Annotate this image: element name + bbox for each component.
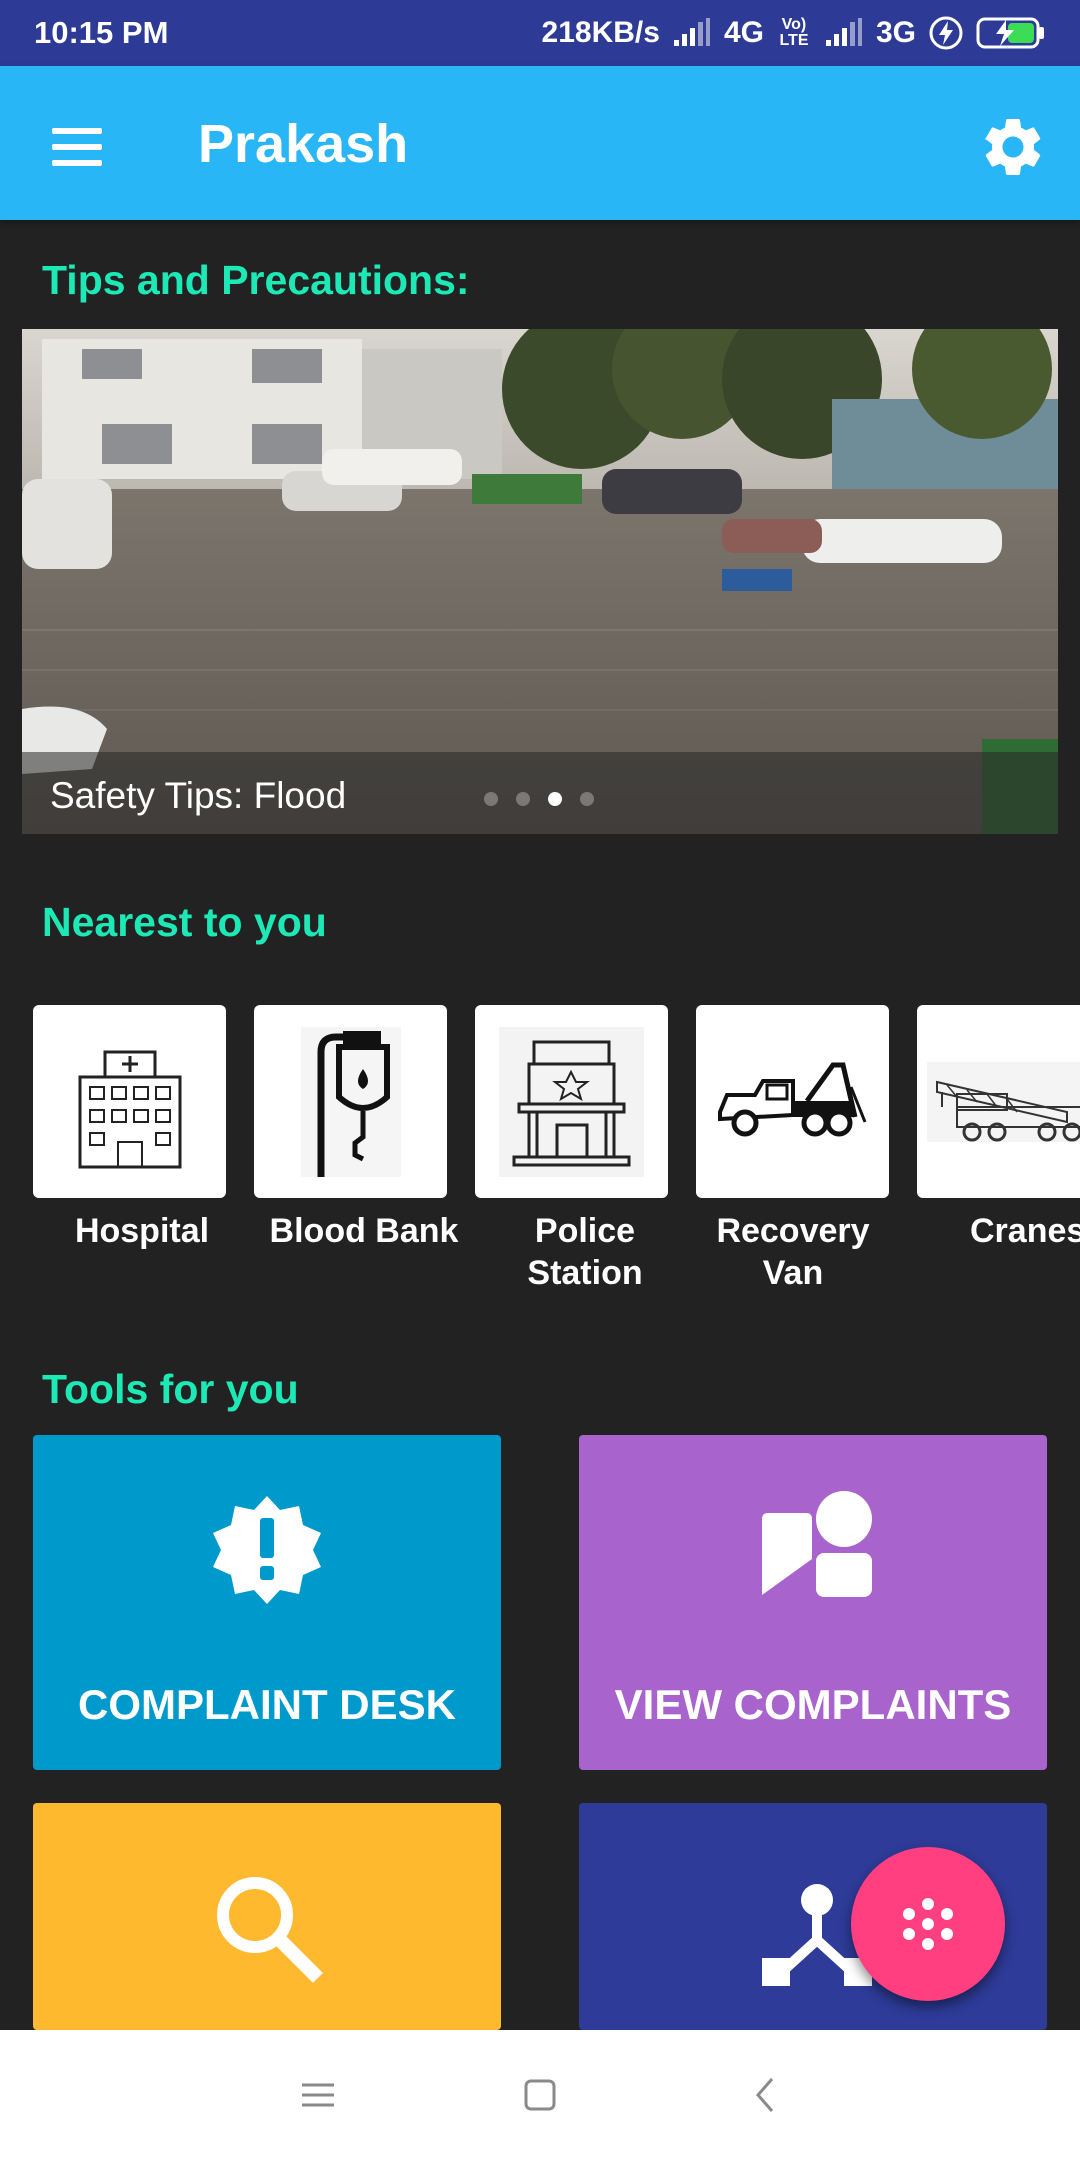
status-bar: 10:15 PM 218KB/s 4G Vo) LTE 3G xyxy=(0,0,1080,66)
carousel-dot[interactable] xyxy=(580,792,594,806)
tow-truck-icon xyxy=(718,1062,867,1136)
nearest-tile-blood-bank[interactable] xyxy=(254,1005,447,1198)
carousel-indicators xyxy=(484,792,594,806)
home-icon xyxy=(524,2079,556,2111)
carousel-dot-active[interactable] xyxy=(548,792,562,806)
nearest-section-title: Nearest to you xyxy=(42,899,327,945)
tips-section-title: Tips and Precautions: xyxy=(42,257,470,303)
nearest-label-hospital: Hospital xyxy=(74,1212,210,1250)
nearest-tile-hospital[interactable] xyxy=(33,1005,226,1198)
nearest-tile-cranes[interactable] xyxy=(917,1005,1080,1198)
nearest-label-blood-bank: Blood Bank xyxy=(269,1212,459,1250)
tips-carousel[interactable]: Safety Tips: Flood xyxy=(22,329,1058,834)
menu-button[interactable] xyxy=(42,112,112,182)
carousel-caption: Safety Tips: Flood xyxy=(50,775,347,816)
complaint-desk-button[interactable]: COMPLAINT DESK xyxy=(33,1435,501,1770)
recents-button[interactable] xyxy=(288,2065,348,2125)
charging-bolt-icon xyxy=(929,16,963,50)
nearest-label-recovery-van: Recovery Van xyxy=(716,1212,870,1292)
crane-icon xyxy=(927,1061,1080,1142)
network-type-1: 4G xyxy=(723,16,764,49)
signal-icon-2 xyxy=(825,18,862,46)
app-title: Prakash xyxy=(198,114,409,174)
floating-action-button[interactable] xyxy=(851,1847,1005,2001)
gear-icon xyxy=(984,118,1041,175)
carousel-dot[interactable] xyxy=(484,792,498,806)
police-station-icon xyxy=(499,1026,644,1177)
settings-button[interactable] xyxy=(978,112,1048,182)
back-icon xyxy=(756,2078,774,2112)
nearest-tile-police-station[interactable] xyxy=(475,1005,668,1198)
app-toolbar: Prakash xyxy=(0,66,1080,220)
network-type-2: 3G xyxy=(875,16,916,49)
status-icons: 218KB/s 4G Vo) LTE 3G xyxy=(542,15,1046,51)
alert-badge-icon xyxy=(213,1496,321,1604)
view-complaints-label: VIEW COMPLAINTS xyxy=(614,1681,1012,1728)
status-time: 10:15 PM xyxy=(34,15,169,50)
net-speed: 218KB/s xyxy=(541,16,660,49)
home-button[interactable] xyxy=(510,2065,570,2125)
search-icon xyxy=(217,1877,323,1983)
search-tool-button[interactable] xyxy=(33,1803,501,2030)
nearest-tile-recovery-van[interactable] xyxy=(696,1005,889,1198)
back-button[interactable] xyxy=(736,2065,796,2125)
hospital-icon xyxy=(78,1050,181,1168)
blood-bank-icon xyxy=(300,1026,401,1177)
shapes-icon xyxy=(762,1491,872,1597)
tools-section-title: Tools for you xyxy=(42,1366,299,1412)
signal-icon xyxy=(673,18,710,46)
nearest-label-police-station: Police Station xyxy=(527,1212,643,1292)
recents-icon xyxy=(302,2083,334,2107)
dots-flower-icon xyxy=(903,1898,953,1950)
system-nav-bar xyxy=(0,2030,1080,2160)
view-complaints-button[interactable]: VIEW COMPLAINTS xyxy=(579,1435,1047,1770)
battery-charging-icon xyxy=(976,17,1044,49)
complaint-desk-label: COMPLAINT DESK xyxy=(78,1681,456,1728)
volte-label: Vo) LTE xyxy=(779,16,809,49)
carousel-dot[interactable] xyxy=(516,792,530,806)
nearest-label-cranes: Cranes xyxy=(970,1212,1080,1250)
